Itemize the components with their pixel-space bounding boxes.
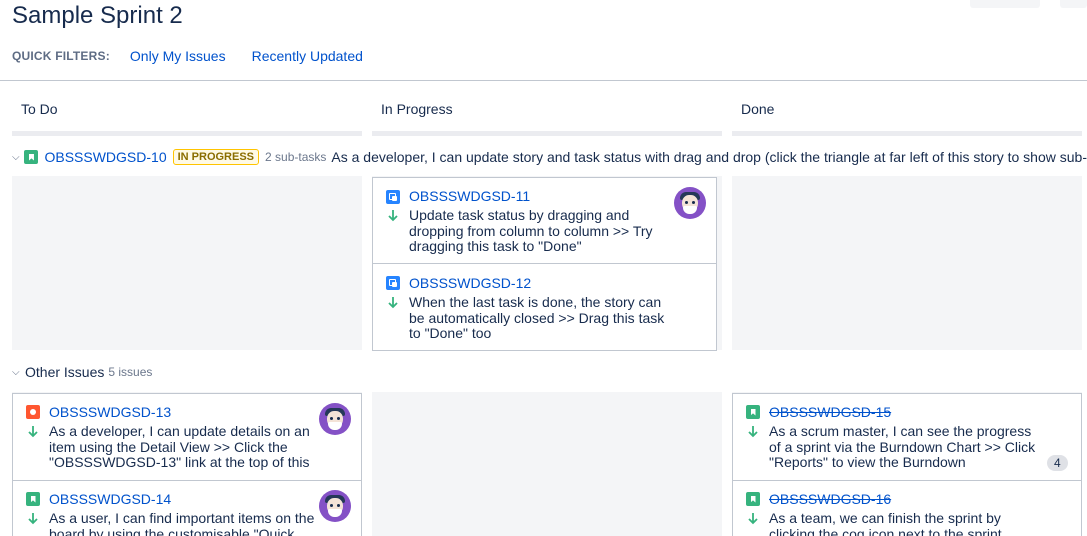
column-bar-todo [12, 131, 362, 136]
quick-filters: QUICK FILTERS: Only My Issues Recently U… [12, 47, 389, 65]
swimlane-column-todo [12, 176, 362, 350]
other-column-in-progress [372, 392, 722, 536]
story-icon [24, 150, 39, 164]
status-badge: IN PROGRESS [172, 149, 260, 165]
avatar[interactable] [319, 403, 351, 435]
issue-key[interactable]: OBSSSWDGSD-11 [409, 188, 530, 204]
issue-key[interactable]: OBSSSWDGSD-15 [769, 404, 891, 420]
issue-card[interactable]: OBSSSWDGSD-11 Update task status by drag… [372, 177, 717, 264]
arrow-down-icon [388, 297, 398, 309]
swimlane-issue-key[interactable]: OBSSSWDGSD-10 [44, 149, 166, 165]
task-icon [386, 276, 400, 290]
issue-summary: As a user, I can find important items on… [49, 511, 315, 536]
arrow-down-icon [748, 426, 758, 438]
swimlane-summary: As a developer, I can update story and t… [331, 149, 1087, 165]
column-bar-done [732, 131, 1082, 136]
sprint-title: Sample Sprint 2 [12, 2, 183, 29]
task-icon [386, 190, 400, 204]
avatar[interactable] [319, 490, 351, 522]
other-issues-header[interactable]: ⌵ Other Issues 5 issues [12, 363, 152, 381]
quick-filters-label: QUICK FILTERS: [12, 49, 110, 63]
board-more-button[interactable] [1060, 0, 1087, 8]
issue-card[interactable]: OBSSSWDGSD-14 As a user, I can find impo… [12, 480, 362, 536]
chevron-down-icon[interactable]: ⌵ [12, 152, 21, 163]
avatar[interactable] [674, 187, 706, 219]
arrow-down-icon [748, 513, 758, 525]
arrow-down-icon [28, 513, 38, 525]
issue-card[interactable]: OBSSSWDGSD-16 As a team, we can finish t… [732, 480, 1082, 536]
board-action-button[interactable] [970, 0, 1040, 8]
column-header-in-progress: In Progress [381, 101, 453, 117]
filter-only-my-issues[interactable]: Only My Issues [130, 48, 226, 64]
other-issues-title: Other Issues [25, 364, 105, 380]
issue-summary: As a team, we can finish the sprint by c… [769, 511, 1002, 536]
estimate-badge: 4 [1047, 455, 1068, 471]
filter-recently-updated[interactable]: Recently Updated [252, 48, 363, 64]
story-icon [746, 405, 760, 419]
swimlane-header[interactable]: ⌵ OBSSSWDGSD-10 IN PROGRESS 2 sub-tasks … [12, 147, 1087, 167]
issue-key[interactable]: OBSSSWDGSD-14 [49, 491, 171, 507]
issue-summary: As a scrum master, I can see the progres… [769, 424, 1036, 470]
column-header-done: Done [741, 101, 775, 117]
column-header-todo: To Do [21, 101, 58, 117]
story-icon [26, 492, 40, 506]
issue-key[interactable]: OBSSSWDGSD-16 [769, 491, 891, 507]
chevron-down-icon[interactable]: ⌵ [12, 367, 22, 378]
story-icon [746, 492, 760, 506]
issue-key[interactable]: OBSSSWDGSD-12 [409, 275, 531, 291]
issue-key[interactable]: OBSSSWDGSD-13 [49, 404, 171, 420]
issue-summary: Update task status by dragging and dropp… [409, 208, 653, 254]
arrow-down-icon [28, 426, 38, 438]
arrow-down-icon [388, 210, 398, 222]
other-issues-count: 5 issues [108, 365, 153, 379]
column-bar-in-progress [372, 131, 722, 136]
issue-card[interactable]: OBSSSWDGSD-12 When the last task is done… [372, 263, 717, 351]
subtask-count: 2 sub-tasks [265, 150, 327, 164]
issue-card[interactable]: OBSSSWDGSD-13 As a developer, I can upda… [12, 393, 362, 481]
issue-summary: As a developer, I can update details on … [49, 424, 310, 470]
header-divider [0, 80, 1087, 81]
swimlane-column-done [732, 176, 1082, 350]
bug-icon [26, 405, 40, 419]
issue-summary: When the last task is done, the story ca… [409, 295, 665, 341]
issue-card[interactable]: OBSSSWDGSD-15 As a scrum master, I can s… [732, 393, 1082, 481]
